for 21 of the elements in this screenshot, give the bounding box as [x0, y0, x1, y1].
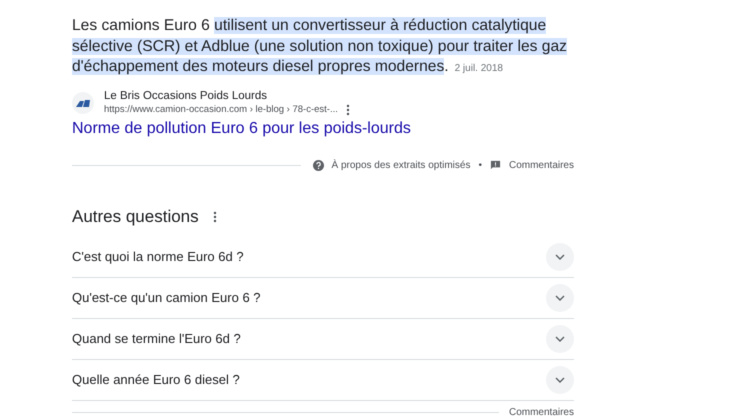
- question-text[interactable]: C'est quoi la norme Euro 6d ?: [72, 249, 244, 264]
- feedback-link[interactable]: Commentaires: [508, 406, 574, 416]
- chevron-icon: [555, 254, 565, 260]
- question-text[interactable]: Qu'est-ce qu'un camion Euro 6 ?: [72, 290, 261, 305]
- question-text[interactable]: Quand se termine l'Euro 6d ?: [72, 331, 241, 346]
- help-icon[interactable]: [312, 160, 324, 170]
- result-title-link[interactable]: Norme de pollution Euro 6 pour les poids-lourds: [72, 120, 411, 138]
- feedback-icon[interactable]: [490, 160, 501, 170]
- separator-dot: •: [478, 160, 482, 170]
- site-name[interactable]: Le Bris Occasions Poids Lourds: [104, 90, 267, 102]
- feedback-link[interactable]: Commentaires: [508, 160, 574, 170]
- chevron-icon: [555, 336, 565, 342]
- about-snippets-link[interactable]: À propos des extraits optimisés: [332, 160, 470, 170]
- chevron-icon: [555, 376, 565, 382]
- question-text[interactable]: Quelle année Euro 6 diesel ?: [72, 372, 240, 387]
- snippet-text: Les camions Euro 6 utilisent un convertisseur à réduction catalytique sélective (SCR) et Adblue (une solution non toxique) pour traiter les gaz d'échappement des moteurs diesel propres modernes. 2 juil. 2018: [72, 16, 568, 77]
- more-options-icon[interactable]: [346, 104, 350, 116]
- result-url[interactable]: https://www.camion-occasion.com › le-blog › 78-c-est-...: [104, 104, 338, 115]
- chevron-icon: [555, 294, 565, 300]
- more-options-icon[interactable]: [212, 210, 217, 222]
- section-heading: Autres questions: [72, 206, 199, 226]
